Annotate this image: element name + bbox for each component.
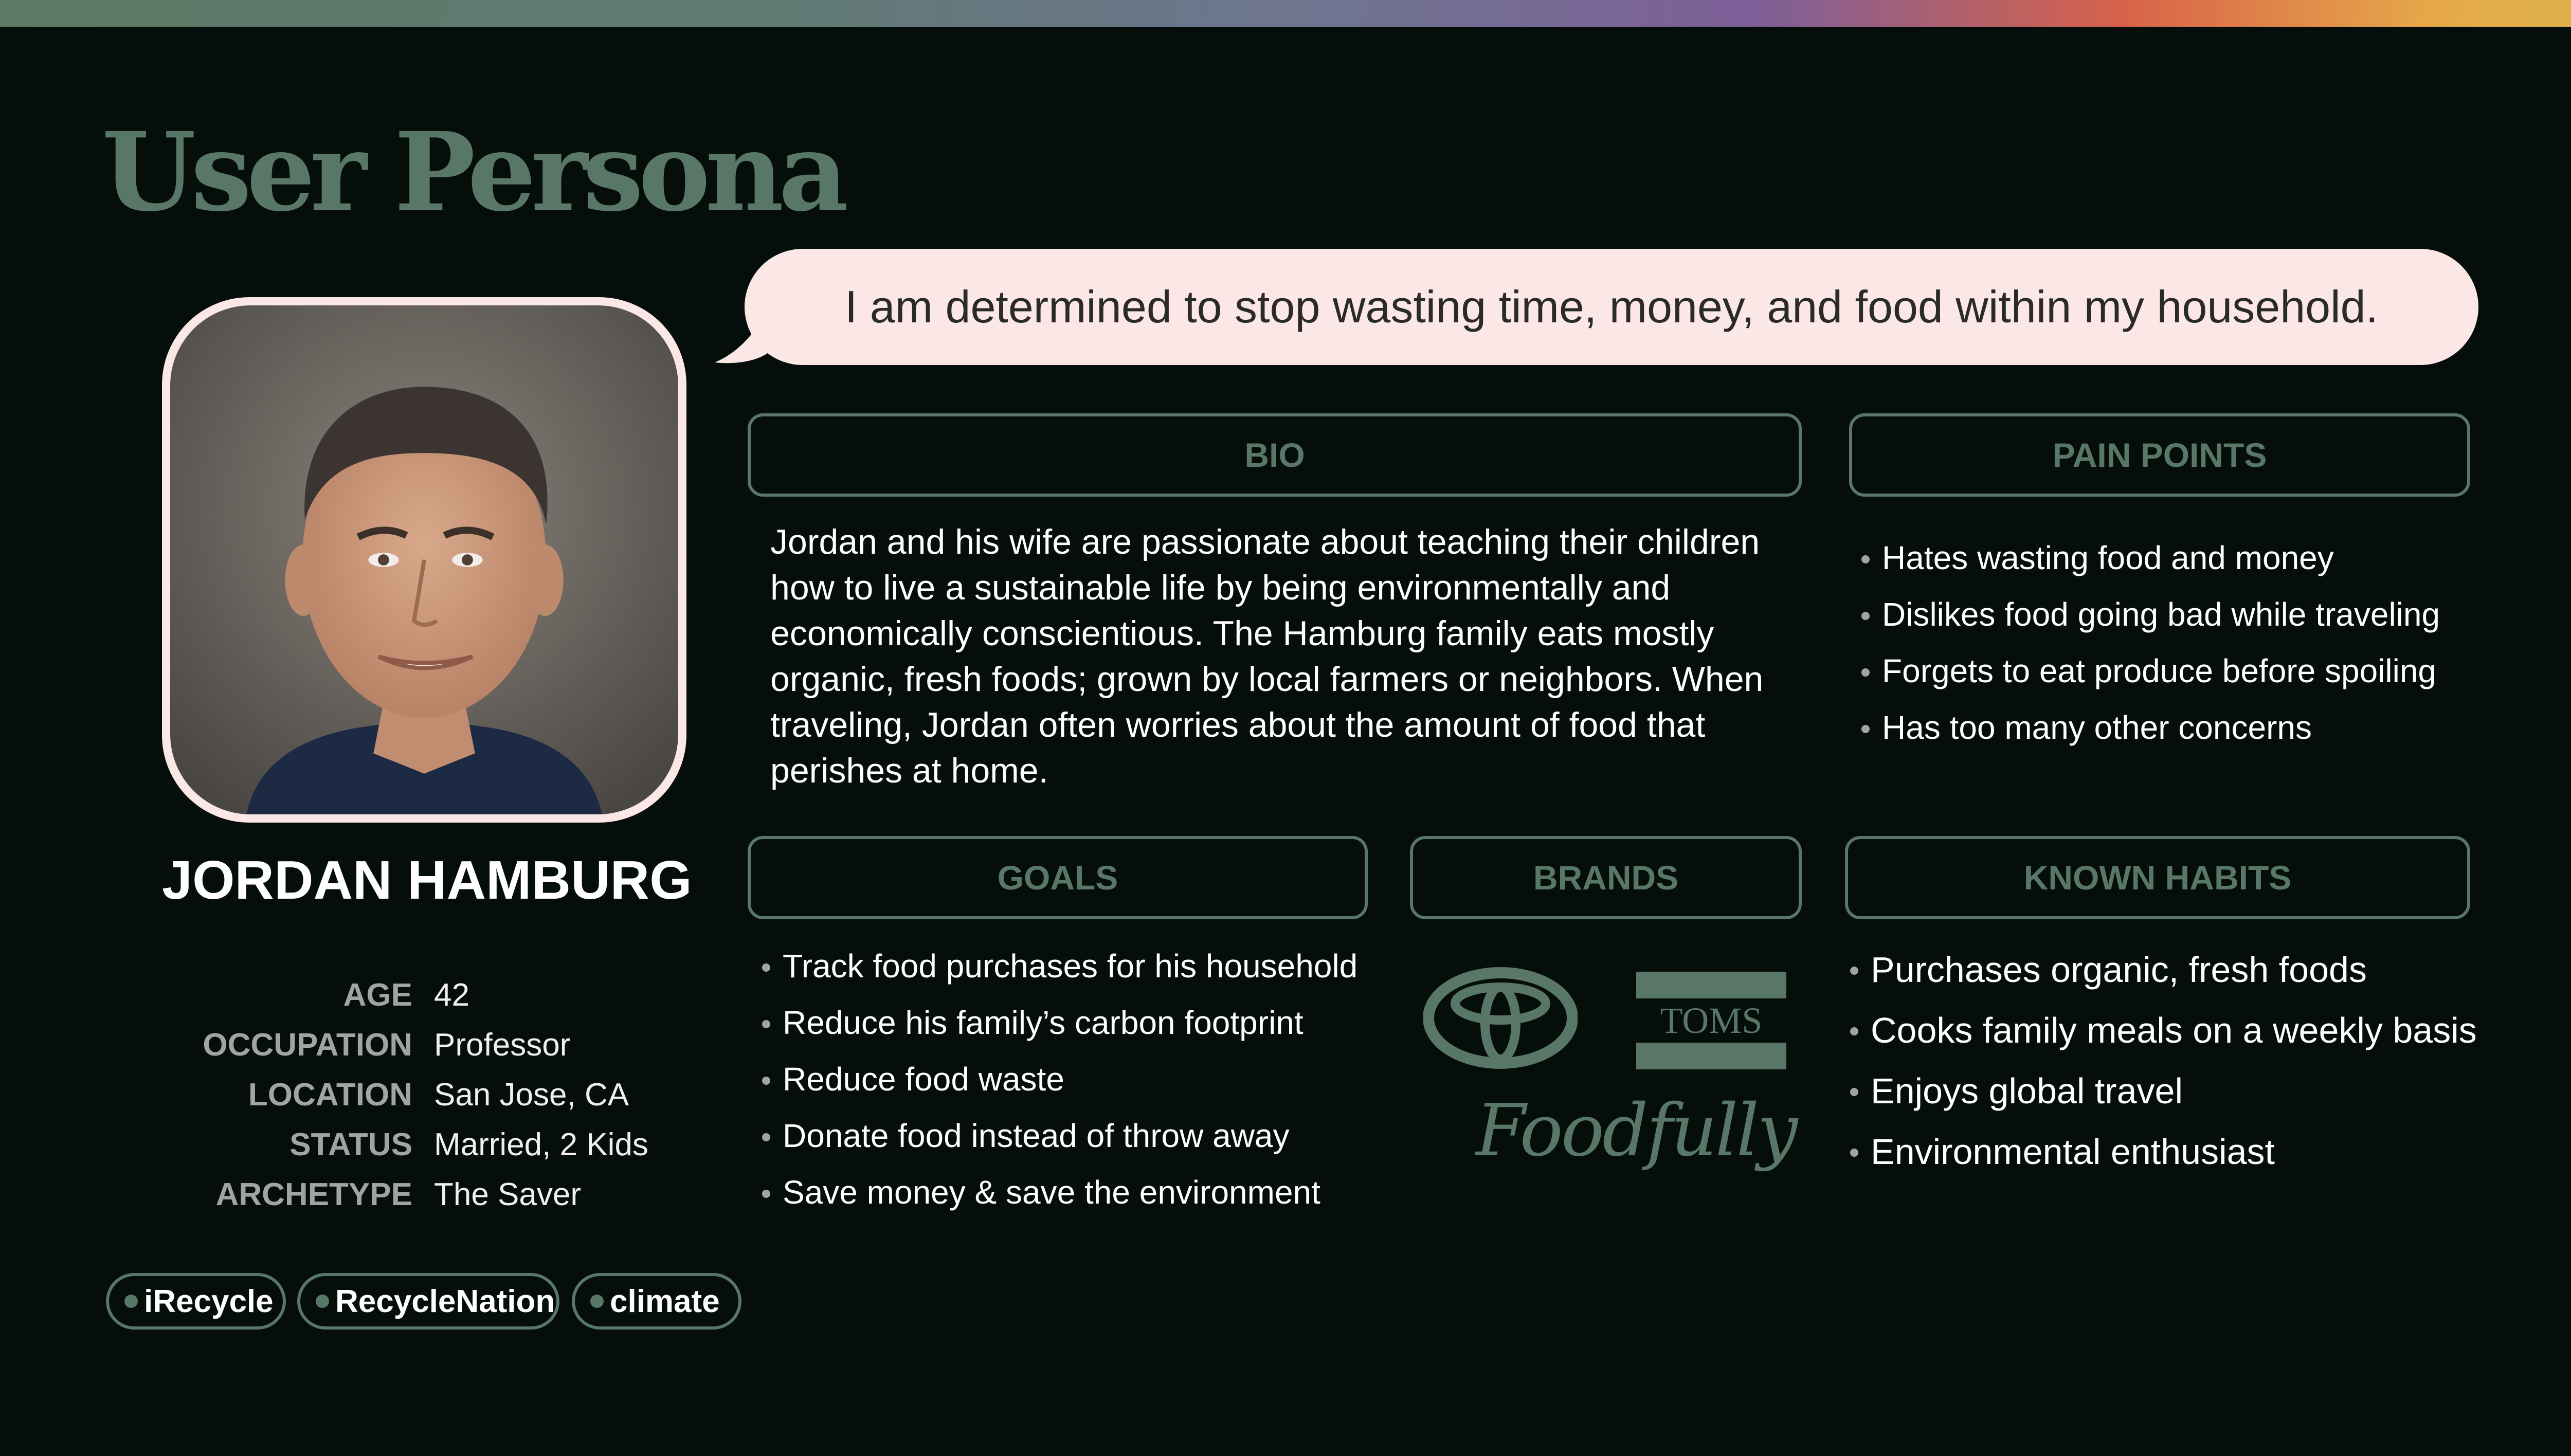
bio-line: organic, fresh foods; grown by local far… <box>770 660 1764 699</box>
list-item-text: Purchases organic, fresh foods <box>1871 950 2367 990</box>
tag-recyclenation[interactable]: RecycleNation <box>297 1273 559 1330</box>
list-item: Environmental enthusiast <box>1850 1131 2477 1192</box>
bio-line: perishes at home. <box>770 751 1048 790</box>
pain-points-heading: PAIN POINTS <box>1849 413 2470 497</box>
toms-stripe <box>1636 1043 1786 1069</box>
tag-irecycle[interactable]: iRecycle <box>106 1273 286 1330</box>
bio-heading: BIO <box>748 413 1802 497</box>
bullet-icon <box>762 963 770 972</box>
persona-name: JORDAN HAMBURG <box>162 850 692 911</box>
foodfully-logo-icon: Foodfully <box>1476 1089 1798 1173</box>
bullet-icon <box>1850 967 1858 975</box>
list-item: Dislikes food going bad while traveling <box>1861 595 2440 652</box>
detail-value: The Saver <box>434 1177 582 1212</box>
bullet-icon <box>1850 1149 1858 1157</box>
list-item: Enjoys global travel <box>1850 1070 2477 1131</box>
toyota-logo-icon <box>1423 967 1578 1069</box>
list-item-text: Forgets to eat produce before spoiling <box>1882 652 2436 689</box>
tag-dot-icon <box>124 1295 138 1308</box>
list-item: Hates wasting food and money <box>1861 539 2440 595</box>
list-item: Has too many other concerns <box>1861 708 2440 765</box>
pain-points-list: Hates wasting food and money Dislikes fo… <box>1861 539 2440 765</box>
list-item-text: Track food purchases for his household <box>783 948 1358 985</box>
toms-logo-icon: TOMS <box>1636 972 1786 1069</box>
detail-value: Professor <box>434 1027 571 1063</box>
bio-text: Jordan and his wife are passionate about… <box>770 519 1788 794</box>
bio-line: how to live a sustainable life by being … <box>770 568 1671 607</box>
goals-heading: GOALS <box>748 836 1368 919</box>
detail-value: San Jose, CA <box>434 1077 629 1113</box>
brands-heading: BRANDS <box>1410 836 1802 919</box>
known-habits-list: Purchases organic, fresh foods Cooks fam… <box>1850 949 2477 1192</box>
bio-line: economically conscientious. The Hamburg … <box>770 614 1714 653</box>
tag-dot-icon <box>316 1295 329 1308</box>
bio-line: traveling, Jordan often worries about th… <box>770 705 1706 744</box>
list-item: Donate food instead of throw away <box>762 1117 1357 1173</box>
known-habits-heading: KNOWN HABITS <box>1845 836 2470 919</box>
bullet-icon <box>1850 1027 1858 1035</box>
tag-label: RecycleNation <box>335 1283 555 1319</box>
list-item-text: Has too many other concerns <box>1882 709 2312 746</box>
toms-stripe <box>1636 972 1786 998</box>
list-item: Track food purchases for his household <box>762 947 1358 1004</box>
bullet-icon <box>1861 555 1870 563</box>
list-item: Cooks family meals on a weekly basis <box>1850 1010 2477 1070</box>
detail-label: STATUS <box>289 1127 412 1162</box>
detail-label: LOCATION <box>248 1077 412 1113</box>
persona-quote: I am determined to stop wasting time, mo… <box>745 249 2478 365</box>
persona-photo <box>170 305 678 814</box>
bullet-icon <box>762 1020 770 1028</box>
tag-label: climate <box>610 1283 720 1319</box>
tag-climate[interactable]: climate <box>572 1273 741 1330</box>
page-title: User Persona <box>102 108 848 235</box>
bullet-icon <box>1861 612 1870 620</box>
bullet-icon <box>762 1133 770 1141</box>
list-item-text: Cooks family meals on a weekly basis <box>1871 1010 2477 1050</box>
list-item: Reduce food waste <box>762 1060 1357 1117</box>
gradient-top-bar <box>0 0 2571 27</box>
tag-label: iRecycle <box>144 1283 274 1319</box>
toms-logo-text: TOMS <box>1660 999 1763 1041</box>
list-item-text: Reduce food waste <box>783 1061 1064 1098</box>
list-item: Reduce his family’s carbon footprint <box>762 1004 1357 1060</box>
detail-label: AGE <box>343 977 412 1013</box>
list-item: Purchases organic, fresh foods <box>1850 949 2477 1010</box>
detail-value: Married, 2 Kids <box>434 1127 648 1162</box>
list-item-text: Dislikes food going bad while traveling <box>1882 596 2440 633</box>
detail-label: ARCHETYPE <box>215 1177 412 1212</box>
list-item-text: Donate food instead of throw away <box>783 1117 1290 1154</box>
list-item: Forgets to eat produce before spoiling <box>1861 652 2440 708</box>
bio-line: Jordan and his wife are passionate about… <box>770 522 1760 561</box>
list-item-text: Enjoys global travel <box>1871 1071 2183 1111</box>
persona-photo-frame <box>162 297 686 823</box>
bullet-icon <box>1850 1088 1858 1096</box>
bullet-icon <box>1861 725 1870 733</box>
bullet-icon <box>762 1190 770 1198</box>
list-item-text: Environmental enthusiast <box>1871 1132 2275 1172</box>
list-item: Save money & save the environment <box>762 1173 1357 1230</box>
list-item-text: Save money & save the environment <box>783 1174 1320 1211</box>
detail-label: OCCUPATION <box>203 1027 412 1063</box>
list-item-text: Hates wasting food and money <box>1882 539 2334 576</box>
tag-dot-icon <box>590 1295 604 1308</box>
bullet-icon <box>762 1077 770 1085</box>
goals-list: Track food purchases for his household R… <box>762 947 1358 1230</box>
detail-value: 42 <box>434 977 469 1013</box>
bullet-icon <box>1861 668 1870 677</box>
list-item-text: Reduce his family’s carbon footprint <box>783 1004 1303 1041</box>
